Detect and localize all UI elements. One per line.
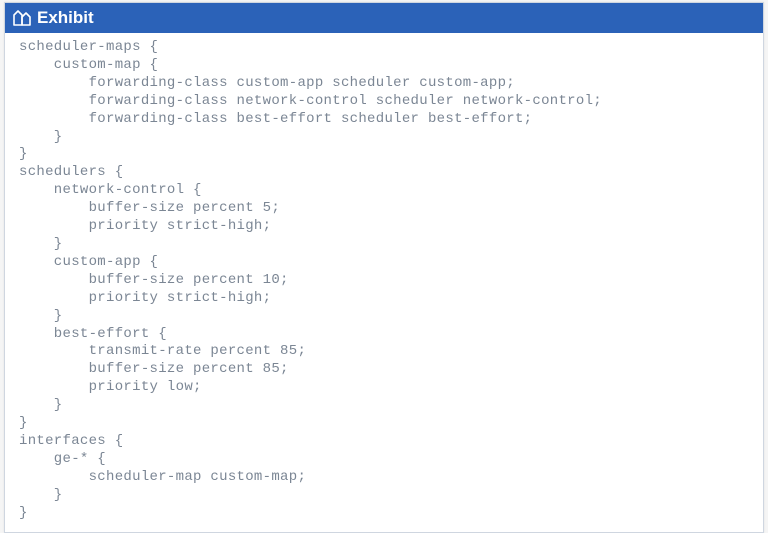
exhibit-icon — [13, 10, 31, 26]
config-code-block: scheduler-maps { custom-map { forwarding… — [19, 39, 753, 522]
titlebar: Exhibit — [5, 3, 763, 33]
title-text: Exhibit — [37, 8, 94, 28]
code-content: scheduler-maps { custom-map { forwarding… — [5, 33, 763, 532]
exhibit-window: Exhibit scheduler-maps { custom-map { fo… — [4, 2, 764, 533]
